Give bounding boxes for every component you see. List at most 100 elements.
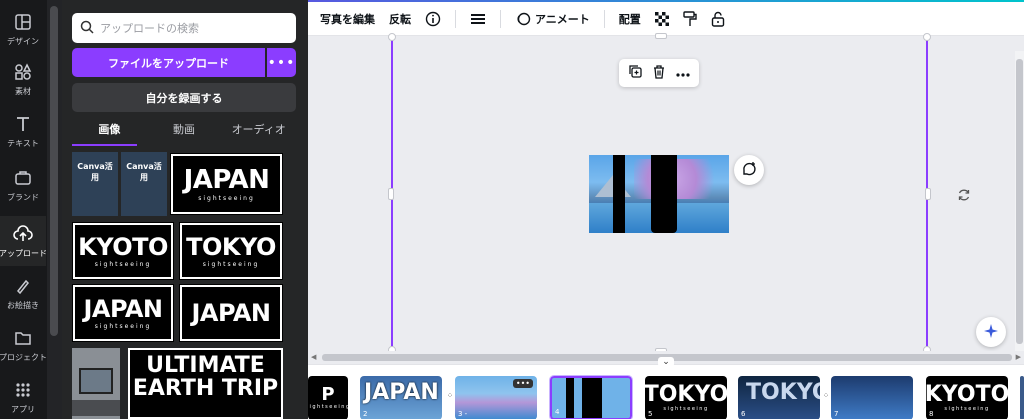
toolbar-divider — [500, 9, 501, 28]
copy-style-button[interactable] — [683, 10, 697, 27]
media-tabs: 画像 動画 オーディオ — [72, 118, 296, 146]
slide-text: P — [321, 384, 335, 405]
folder-icon — [12, 327, 34, 349]
element-context-menu — [619, 59, 699, 87]
transparency-checker-icon — [654, 11, 669, 26]
rail-item-text[interactable]: テキスト — [0, 106, 46, 156]
search-input[interactable] — [100, 21, 280, 35]
paint-roller-icon — [683, 10, 697, 27]
info-icon — [425, 11, 441, 27]
scroll-right-icon[interactable]: ▶ — [1016, 353, 1021, 361]
transition-icon[interactable]: ⁘ — [821, 391, 831, 401]
thumb-subtitle: sightseeing — [198, 194, 255, 202]
upload-thumbnail[interactable]: JAPAN sightseeing — [72, 284, 174, 342]
page-number: 5 — [648, 410, 653, 418]
canvas-vscroll-thumb[interactable] — [1016, 59, 1023, 344]
edit-photo-button[interactable]: 写真を編集 — [320, 11, 375, 27]
more-options-icon[interactable]: ••• — [267, 48, 296, 77]
resize-handle[interactable] — [925, 188, 931, 200]
upload-thumbnail[interactable] — [72, 348, 120, 419]
animate-button[interactable]: アニメート — [515, 11, 590, 27]
slide-subtitle: sightseeing — [308, 404, 348, 410]
rail-label: テキスト — [7, 139, 39, 148]
duplicate-icon[interactable] — [628, 64, 643, 82]
page-thumbnail[interactable]: TOKYO 6 — [738, 376, 820, 419]
page-number: 7 — [834, 410, 839, 418]
thumb-title: JAPAN — [191, 299, 271, 327]
tab-images[interactable]: 画像 — [72, 118, 147, 146]
border-lines-icon — [470, 12, 486, 26]
rail-item-uploads[interactable]: アップロード — [0, 216, 47, 266]
rail-item-elements[interactable]: 素材 — [0, 54, 46, 104]
image-mask — [613, 155, 625, 233]
thumb-subtitle: sightseeing — [202, 260, 260, 268]
position-button[interactable]: 配置 — [619, 11, 641, 27]
tab-audio[interactable]: オーディオ — [221, 118, 296, 146]
page-thumbnail[interactable]: KYOTO sightseeing 8 — [926, 376, 1008, 419]
thumb-title: Canva活用 — [77, 162, 113, 182]
tab-videos[interactable]: 動画 — [147, 118, 222, 146]
trash-icon[interactable] — [652, 64, 666, 82]
page-thumbnail[interactable]: ••• 3 - — [455, 376, 537, 419]
canvas-vertical-scrollbar[interactable] — [1015, 51, 1024, 351]
page-filmstrip: ⌄ P sightseeing JAPAN 2 ⁘ ••• 3 - 4 TOKY… — [308, 357, 1024, 419]
resize-handle[interactable] — [923, 33, 931, 41]
rail-label: アップロード — [0, 249, 47, 258]
resize-handle[interactable] — [388, 188, 394, 200]
page-thumbnail-selected[interactable]: 4 — [549, 375, 633, 419]
rail-scroll-thumb[interactable] — [50, 6, 58, 336]
rail-label: お絵描き — [7, 301, 39, 310]
search-box[interactable] — [72, 13, 296, 43]
lock-button[interactable] — [711, 11, 725, 27]
thumb-title: JAPAN — [83, 294, 163, 323]
border-style-button[interactable] — [470, 12, 486, 26]
selected-image[interactable] — [589, 155, 729, 233]
page-thumbnail[interactable]: P sightseeing — [308, 376, 348, 419]
page-thumbnail[interactable]: 7 — [831, 376, 913, 419]
slide-mask — [566, 378, 574, 418]
rail-item-brand[interactable]: ブランド — [0, 160, 46, 210]
refresh-button[interactable] — [953, 185, 975, 207]
left-rail: デザイン 素材 テキスト ブランド アップロード お絵描き プロジェクト アプリ — [0, 0, 62, 419]
chevron-down-icon[interactable]: ⌄ — [658, 357, 674, 367]
slide-subtitle: sightseeing — [663, 406, 709, 412]
rail-item-design[interactable]: デザイン — [0, 4, 46, 54]
search-icon — [80, 20, 94, 37]
apps-grid-icon — [12, 379, 34, 401]
layout-icon — [12, 11, 34, 33]
magic-assistant-button[interactable] — [976, 317, 1006, 347]
upload-thumbnail[interactable]: JAPAN — [179, 284, 283, 342]
info-button[interactable] — [425, 11, 441, 27]
flip-button[interactable]: 反転 — [389, 11, 411, 27]
page-thumbnail[interactable]: JAPAN 2 — [360, 376, 442, 419]
brand-icon — [12, 167, 34, 189]
scroll-left-icon[interactable]: ◀ — [311, 353, 316, 361]
transparency-button[interactable] — [654, 11, 669, 26]
resize-handle[interactable] — [655, 33, 667, 39]
thumb-desk — [72, 400, 120, 416]
rail-item-draw[interactable]: お絵描き — [0, 268, 46, 318]
rail-scrollbar[interactable] — [47, 0, 62, 419]
page-thumbnail[interactable]: TOKYO sightseeing 5 — [645, 376, 727, 419]
cloud-upload-icon — [12, 223, 34, 245]
upload-thumbnail[interactable]: TOKYO sightseeing — [179, 222, 283, 280]
more-options-icon[interactable] — [676, 66, 690, 80]
refresh-icon — [957, 188, 971, 205]
record-yourself-button[interactable]: 自分を録画する — [72, 83, 296, 112]
active-tab-indicator — [72, 144, 137, 146]
transition-icon[interactable]: ⁘ — [445, 391, 455, 401]
add-comment-button[interactable] — [734, 155, 764, 185]
rail-item-projects[interactable]: プロジェクト — [0, 320, 47, 370]
page-thumbnail[interactable] — [1020, 376, 1024, 419]
resize-handle[interactable] — [388, 33, 396, 41]
more-options-icon[interactable]: ••• — [512, 379, 533, 388]
upload-thumbnail[interactable]: Canva活用 — [121, 152, 167, 216]
page-number: 6 — [741, 410, 746, 418]
page-number: 4 — [555, 408, 560, 416]
upload-thumbnail[interactable]: ULTIMATE EARTH TRIP — [128, 348, 283, 419]
rail-item-apps[interactable]: アプリ — [0, 372, 46, 419]
upload-thumbnail[interactable]: JAPAN sightseeing — [170, 153, 283, 215]
upload-thumbnail[interactable]: Canva活用 — [72, 152, 118, 216]
upload-files-button[interactable]: ファイルをアップロード — [72, 48, 265, 77]
upload-thumbnail[interactable]: KYOTO sightseeing — [72, 222, 174, 280]
